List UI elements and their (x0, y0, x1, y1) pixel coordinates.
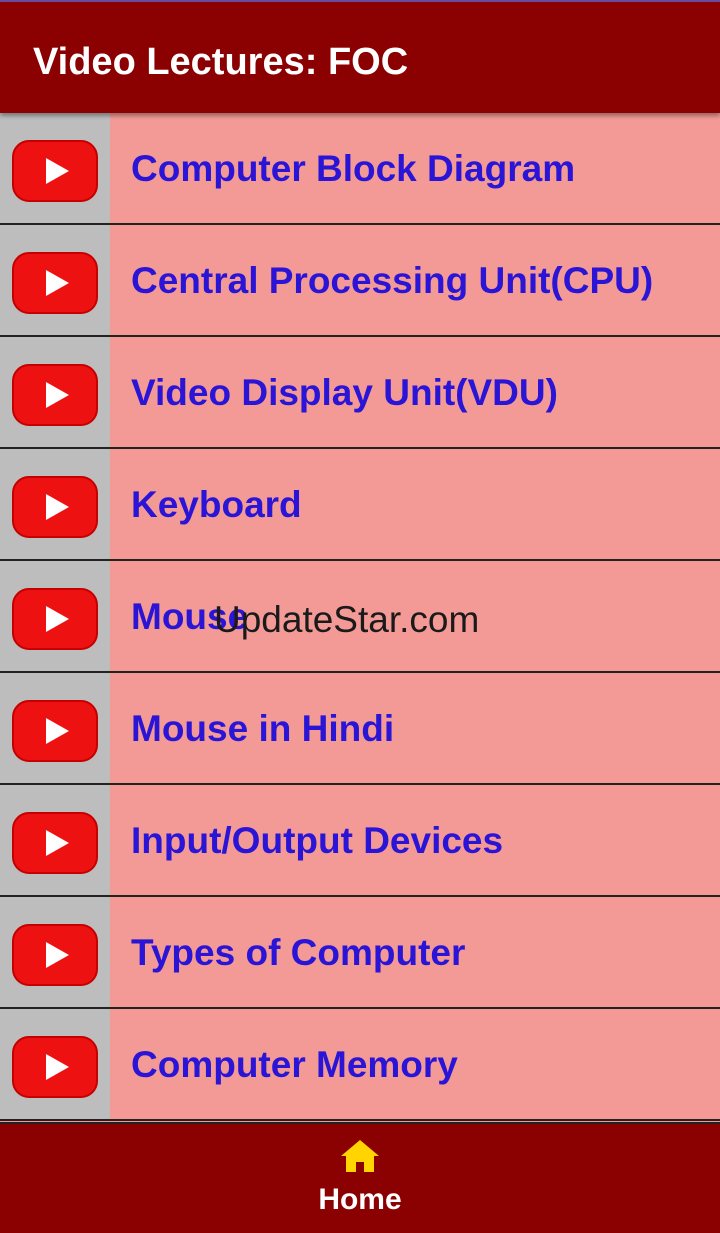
video-thumbnail[interactable] (0, 1009, 110, 1119)
youtube-play-icon (12, 252, 98, 314)
list-item[interactable]: Input/Output Devices (0, 785, 720, 897)
lecture-title[interactable]: Computer Block Diagram (131, 146, 575, 192)
video-thumbnail[interactable] (0, 225, 110, 335)
list-item[interactable]: Mouse in Hindi (0, 673, 720, 785)
app-screen: Video Lectures: FOC Computer Block Diagr… (0, 0, 720, 1233)
youtube-play-icon (12, 588, 98, 650)
home-nav-button[interactable]: Home (300, 1138, 420, 1228)
list-item[interactable]: Keyboard (0, 449, 720, 561)
youtube-play-icon (12, 1036, 98, 1098)
list-item[interactable]: Computer Memory (0, 1009, 720, 1121)
lecture-title[interactable]: Central Processing Unit(CPU) (131, 258, 653, 304)
page-title: Video Lectures: FOC (33, 41, 409, 83)
youtube-play-icon (12, 364, 98, 426)
youtube-play-icon (12, 812, 98, 874)
youtube-play-icon (12, 924, 98, 986)
lecture-title[interactable]: Types of Computer (131, 930, 465, 976)
video-thumbnail[interactable] (0, 897, 110, 1007)
lecture-title[interactable]: Keyboard (131, 482, 302, 528)
youtube-play-icon (12, 140, 98, 202)
lecture-title[interactable]: Input/Output Devices (131, 818, 503, 864)
lecture-title[interactable]: Computer Memory (131, 1042, 458, 1088)
home-icon (341, 1140, 379, 1172)
video-thumbnail[interactable] (0, 449, 110, 559)
list-item[interactable]: Computer Block Diagram (0, 113, 720, 225)
bottom-navigation: Home (0, 1122, 720, 1233)
lecture-title[interactable]: Video Display Unit(VDU) (131, 370, 558, 416)
lecture-title[interactable]: Mouse in Hindi (131, 706, 394, 752)
app-bar: Video Lectures: FOC (0, 0, 720, 113)
list-item[interactable]: Video Display Unit(VDU) (0, 337, 720, 449)
video-thumbnail[interactable] (0, 113, 110, 223)
watermark: UpdateStar.com (214, 599, 480, 640)
video-thumbnail[interactable] (0, 785, 110, 895)
youtube-play-icon (12, 476, 98, 538)
video-thumbnail[interactable] (0, 673, 110, 783)
video-thumbnail[interactable] (0, 337, 110, 447)
youtube-play-icon (12, 700, 98, 762)
home-label: Home (318, 1183, 402, 1216)
list-item[interactable]: Types of Computer (0, 897, 720, 1009)
video-thumbnail[interactable] (0, 561, 110, 671)
list-item[interactable]: Central Processing Unit(CPU) (0, 225, 720, 337)
